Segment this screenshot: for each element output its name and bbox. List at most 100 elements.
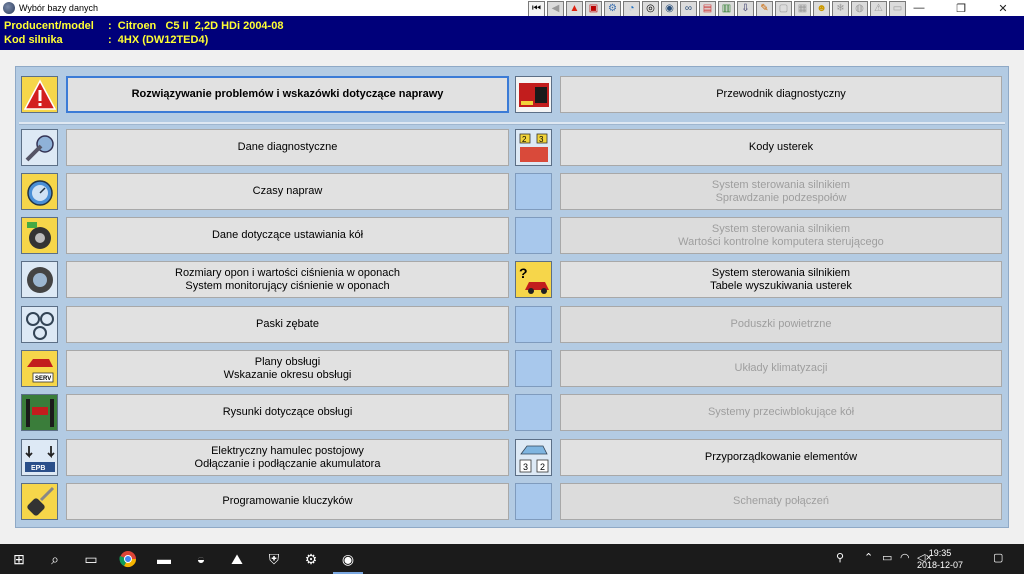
brake-icon[interactable]: ⇩ bbox=[737, 1, 754, 17]
window-titlebar: Wybór bazy danych ⏮ ◀ ▲ ▣ ⚙ ◔ ◎ ◉ ∞ ▤ ▥ … bbox=[0, 0, 1024, 17]
belt-icon[interactable]: ∞ bbox=[680, 1, 697, 17]
svg-text:?: ? bbox=[519, 265, 528, 281]
people-icon[interactable]: ⚲ bbox=[836, 551, 844, 564]
engine-icon[interactable]: ▢ bbox=[775, 1, 792, 17]
timing-belts-button[interactable]: Paski zębate bbox=[66, 306, 509, 343]
window-title: Wybór bazy danych bbox=[19, 3, 98, 13]
svg-text:2: 2 bbox=[522, 135, 527, 144]
repair-times-button[interactable]: Czasy napraw bbox=[66, 173, 509, 210]
system-clock[interactable]: 19:35 2018-12-07 bbox=[910, 547, 970, 571]
empty-icon bbox=[515, 306, 552, 343]
warning-triangle-icon[interactable] bbox=[21, 76, 58, 113]
ecu-test-values-button: System sterowania silnikiem Wartości kon… bbox=[560, 217, 1002, 254]
car-key-icon[interactable] bbox=[21, 483, 58, 520]
model-label: Producent/model bbox=[4, 20, 94, 32]
fault-finding-icon[interactable]: ? bbox=[515, 261, 552, 298]
settings-gear-icon[interactable]: ⚙ bbox=[300, 548, 322, 570]
svg-text:3: 3 bbox=[539, 135, 544, 144]
file-explorer-icon[interactable]: ▬ bbox=[153, 548, 175, 570]
wrench-gauge-icon[interactable] bbox=[21, 129, 58, 166]
first-icon[interactable]: ⏮ bbox=[528, 1, 545, 17]
tyre-icon[interactable]: ◉ bbox=[661, 1, 678, 17]
service-drawings-button[interactable]: Rysunki dotyczące obsługi bbox=[66, 394, 509, 431]
diagnostic-guide-button[interactable]: Przewodnik diagnostyczny bbox=[560, 76, 1002, 113]
engine-components-check-button: System sterowania silnikiem Sprawdzanie … bbox=[560, 173, 1002, 210]
troubleshooting-button[interactable]: Rozwiązywanie problemów i wskazówki doty… bbox=[66, 76, 509, 113]
wiring-diagrams-button: Schematy połączeń bbox=[560, 483, 1002, 520]
running-app-icon[interactable]: ◉ bbox=[333, 548, 363, 574]
key-icon[interactable]: ✎ bbox=[756, 1, 773, 17]
model-value: : Citroen C5 II 2,2D HDi 2004-08 bbox=[108, 20, 284, 32]
empty-icon bbox=[515, 394, 552, 431]
fault-finding-tables-button[interactable]: System sterowania silnikiem Tabele wyszu… bbox=[560, 261, 1002, 298]
maximize-button[interactable]: ❐ bbox=[940, 0, 982, 16]
empty-icon bbox=[515, 350, 552, 387]
close-button[interactable]: ✕ bbox=[982, 0, 1024, 16]
wheel-icon[interactable]: ◎ bbox=[642, 1, 659, 17]
warning-icon[interactable]: ▲ bbox=[566, 1, 583, 17]
separator bbox=[19, 122, 1005, 125]
airbags-button: Poduszki powietrzne bbox=[560, 306, 1002, 343]
autodata-icon[interactable]: ◒ bbox=[190, 548, 212, 570]
tyre-pressure-button[interactable]: Rozmiary opon i wartości ciśnienia w opo… bbox=[66, 261, 509, 298]
service-schedule-icon[interactable]: SERV bbox=[21, 350, 58, 387]
timer-icon[interactable]: ◔ bbox=[623, 1, 640, 17]
windows-start-icon[interactable]: ⊞ bbox=[8, 548, 30, 570]
wheel-alignment-icon[interactable] bbox=[21, 217, 58, 254]
engine-label: Kod silnika bbox=[4, 34, 63, 46]
tyre-pressure-icon[interactable] bbox=[21, 261, 58, 298]
app-icon bbox=[3, 2, 15, 14]
svg-text:2: 2 bbox=[540, 462, 545, 472]
search-icon[interactable]: ⌕ bbox=[44, 548, 66, 570]
diagnostic-data-button[interactable]: Dane diagnostyczne bbox=[66, 129, 509, 166]
toolbar: ⏮ ◀ ▲ ▣ ⚙ ◔ ◎ ◉ ∞ ▤ ▥ ⇩ ✎ ▢ ▦ ☻ ❄ ◍ ⚠ ▭ bbox=[528, 1, 906, 17]
fault-codes-icon[interactable]: 23 bbox=[515, 129, 552, 166]
minimize-button[interactable]: — bbox=[898, 0, 940, 16]
aircon-icon[interactable]: ❄ bbox=[832, 1, 849, 17]
epb-icon[interactable]: EPB bbox=[21, 439, 58, 476]
photos-icon[interactable]: ⛰ bbox=[226, 548, 248, 570]
tray-expand-icon[interactable]: ⌃ bbox=[864, 551, 873, 564]
diagnostic-guide-icon[interactable] bbox=[515, 76, 552, 113]
service-icon[interactable]: ▤ bbox=[699, 1, 716, 17]
tools-icon[interactable]: ⚙ bbox=[604, 1, 621, 17]
engine-value: : 4HX (DW12TED4) bbox=[108, 34, 209, 46]
notifications-icon[interactable]: ▢ bbox=[993, 551, 1003, 564]
abs-icon[interactable]: ◍ bbox=[851, 1, 868, 17]
task-view-icon[interactable]: ▭ bbox=[80, 548, 102, 570]
security-icon[interactable]: ⛨ bbox=[263, 548, 285, 570]
component-assignment-button[interactable]: Przyporządkowanie elementów bbox=[560, 439, 1002, 476]
svg-text:EPB: EPB bbox=[31, 465, 45, 472]
guide-icon[interactable]: ▣ bbox=[585, 1, 602, 17]
stopwatch-icon[interactable] bbox=[21, 173, 58, 210]
component-location-icon[interactable]: 32 bbox=[515, 439, 552, 476]
menu-panel: Rozwiązywanie problemów i wskazówki doty… bbox=[15, 66, 1009, 528]
empty-icon bbox=[515, 173, 552, 210]
window-controls: — ❐ ✕ bbox=[898, 0, 1024, 16]
clock-date: 2018-12-07 bbox=[916, 560, 964, 570]
electric-parking-brake-button[interactable]: Elektryczny hamulec postojowy Odłączanie… bbox=[66, 439, 509, 476]
car-lift-icon[interactable] bbox=[21, 394, 58, 431]
abs-button: Systemy przeciwblokujące kół bbox=[560, 394, 1002, 431]
codes-icon[interactable]: ▦ bbox=[794, 1, 811, 17]
wiring-icon[interactable]: ⚠ bbox=[870, 1, 887, 17]
key-programming-button[interactable]: Programowanie kluczyków bbox=[66, 483, 509, 520]
wifi-icon[interactable]: ◠ bbox=[900, 551, 910, 564]
wheel-alignment-button[interactable]: Dane dotyczące ustawiania kół bbox=[66, 217, 509, 254]
svg-text:SERV: SERV bbox=[35, 376, 51, 382]
lift-icon[interactable]: ▥ bbox=[718, 1, 735, 17]
chrome-icon[interactable] bbox=[117, 548, 139, 570]
vehicle-header: Producent/model : Citroen C5 II 2,2D HDi… bbox=[0, 16, 1024, 50]
battery-icon[interactable]: ▭ bbox=[882, 551, 892, 564]
back-icon[interactable]: ◀ bbox=[547, 1, 564, 17]
timing-belt-icon[interactable] bbox=[21, 306, 58, 343]
taskbar: ⊞ ⌕ ▭ ▬ ◒ ⛰ ⛨ ⚙ ◉ ⚲ ⌃ ▭ ◠ ◁× 19:35 2018-… bbox=[0, 544, 1024, 574]
air-conditioning-button: Układy klimatyzacji bbox=[560, 350, 1002, 387]
empty-icon bbox=[515, 217, 552, 254]
service-schedules-button[interactable]: Plany obsługi Wskazanie okresu obsługi bbox=[66, 350, 509, 387]
airbag-icon[interactable]: ☻ bbox=[813, 1, 830, 17]
svg-text:3: 3 bbox=[523, 462, 528, 472]
clock-time: 19:35 bbox=[928, 548, 952, 558]
fault-codes-button[interactable]: Kody usterek bbox=[560, 129, 1002, 166]
empty-icon bbox=[515, 483, 552, 520]
